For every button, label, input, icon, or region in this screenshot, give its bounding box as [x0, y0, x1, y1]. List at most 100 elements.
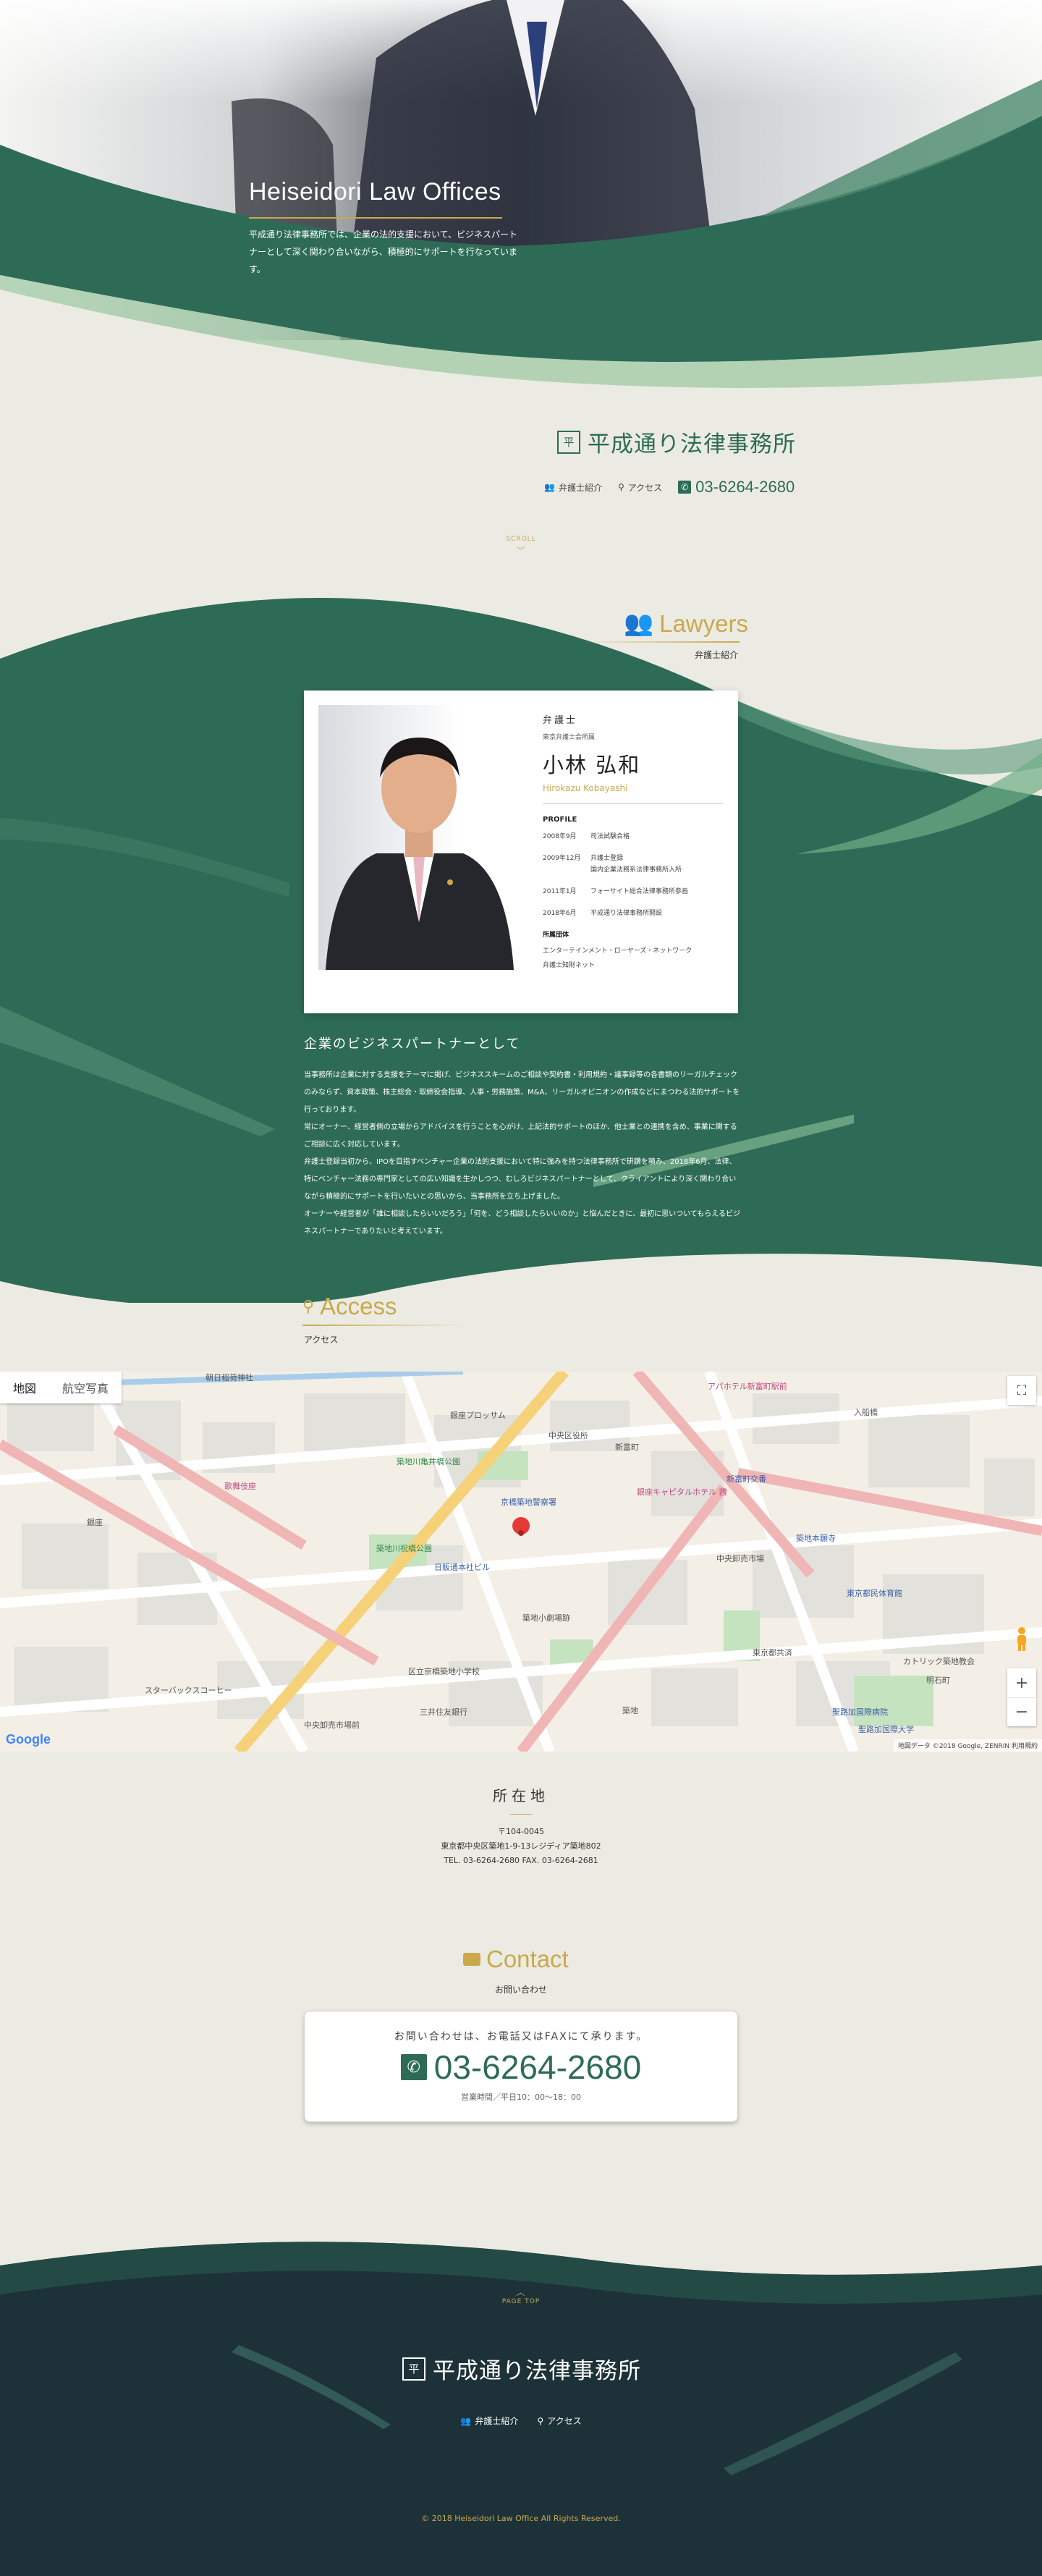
profile-row: 2011年1月 フォーサイト総合法律事務所参画 [543, 886, 724, 898]
address-rule [510, 1814, 532, 1815]
location-pin-icon: ⚲ [617, 482, 624, 492]
map-label: 聖路加国際大学 [858, 1725, 914, 1734]
map-label: 築地川祝橋公園 [376, 1544, 432, 1553]
map-label: 新富町 [615, 1443, 639, 1452]
people-icon: 👥 [624, 609, 654, 636]
scroll-label: SCROLL [506, 536, 536, 543]
hero-text: 平成通り法律事務所では、企業の法的支援において、ビジネスパートナーとして深く関わ… [249, 229, 518, 274]
map-label: 新富町交番 [727, 1474, 766, 1484]
map-label: 中央卸売市場 [716, 1554, 764, 1563]
logo-name: 平成通り法律事務所 [433, 2358, 641, 2384]
lawyer-name-en: Hirokazu Kobayashi [543, 783, 628, 793]
contact-tel[interactable]: ✆ 03-6264-2680 [305, 2048, 737, 2087]
site-logo[interactable]: 平 平成通り法律事務所 [557, 426, 796, 458]
map-label: アパホテル新富町駅前 [708, 1382, 787, 1391]
access-heading: ⚲ Access [302, 1293, 397, 1320]
fullscreen-icon[interactable]: ⛶ [1007, 1376, 1036, 1405]
contact-hours: 営業時間／平日10：00〜18：00 [461, 2093, 581, 2102]
map-label: 築地 [622, 1706, 638, 1715]
chevron-up-icon: ︿ [516, 2287, 526, 2297]
map-label: 銀座プロッサム [450, 1411, 506, 1420]
about-paragraph: 当事務所は企業に対する支援をテーマに掲げ、ビジネススキームのご相談や契約書・利用… [304, 1071, 740, 1114]
nav-access[interactable]: ⚲ アクセス [618, 481, 662, 494]
phone-icon: ✆ [400, 2054, 427, 2080]
profile-text: 司法試験合格 [590, 833, 630, 840]
address-line: 東京都中央区築地1-9-13レジディア築地802 [441, 1841, 601, 1851]
map-label: 区立京橋築地小学校 [408, 1667, 480, 1676]
profile-text: 弁護士登録 国内企業法務系法律事務所入所 [590, 855, 682, 874]
zoom-in-icon[interactable]: + [1007, 1668, 1036, 1697]
map-label: 築地川亀井橋公園 [397, 1457, 460, 1466]
map-label: 入船橋 [854, 1408, 878, 1417]
lawyer-portrait [326, 738, 514, 970]
about-heading: 企業のビジネスパートナーとして [304, 1036, 521, 1052]
lawyer-role: 弁護士 [543, 715, 578, 726]
profile-row: 2008年9月 司法試験合格 [543, 831, 724, 843]
address-heading: 所在地 [493, 1787, 549, 1804]
location-pin-icon: ⚲ [302, 1297, 315, 1315]
footer-nav-access-label: アクセス [547, 2416, 582, 2426]
copyright: © 2018 Heiseidori Law Office All Rights … [421, 2514, 621, 2523]
pegman-icon[interactable] [1015, 1626, 1029, 1651]
nav-tel[interactable]: ✆ 03-6264-2680 [678, 478, 795, 497]
profile-title: PROFILE [543, 816, 577, 824]
zoom-out-icon[interactable]: − [1007, 1697, 1036, 1726]
map-label: 銀座 [87, 1518, 103, 1527]
map-label: 三井住友銀行 [420, 1707, 467, 1717]
nav-lawyers[interactable]: 👥 弁護士紹介 [544, 481, 602, 494]
nav-tel-number: 03-6264-2680 [695, 478, 795, 496]
lawyers-heading-text: Lawyers [659, 609, 748, 637]
affiliation-item: 弁護士知財ネット [543, 962, 596, 969]
chat-bubble-icon [463, 1953, 480, 1966]
google-map[interactable]: 朝日稲荷神社 アパホテル新富町駅前 築地川亀井橋公園 中央区役所 銀座プロッサム… [0, 1372, 1042, 1752]
contact-subheading: お問い合わせ [494, 1985, 547, 1995]
footer-nav-lawyers-label: 弁護士紹介 [475, 2416, 519, 2426]
lawyer-info: 弁護士 東京弁護士会所属 小林 弘和 Hirokazu Kobayashi PR… [543, 712, 724, 974]
lawyer-name-ja: 小林 弘和 [543, 753, 641, 777]
footer-nav-access[interactable]: ⚲ アクセス [537, 2415, 581, 2427]
lawyer-card: 弁護士 東京弁護士会所属 小林 弘和 Hirokazu Kobayashi PR… [304, 691, 738, 1013]
map-label: 築地本願寺 [796, 1534, 836, 1543]
address-tel: TEL. 03-6264-2680 FAX. 03-6264-2681 [444, 1856, 598, 1865]
affiliation-title: 所属団体 [543, 932, 569, 939]
divider [543, 803, 724, 804]
address-zip: 〒104-0045 [498, 1827, 544, 1836]
about-paragraph: オーナーや経営者が「誰に相談したらいいだろう」「何を、どう相談したらいいのか」と… [304, 1210, 740, 1236]
page-top-button[interactable]: ︿ PAGE TOP [0, 2286, 1042, 2305]
about-paragraph: 常にオーナー、経営者側の立場からアドバイスを行うことを心がけ、上記法的サポートの… [304, 1123, 737, 1149]
people-icon: 👥 [460, 2415, 472, 2426]
profile-date: 2018年6月 [543, 910, 577, 917]
hero: Heiseidori Law Offices 平成通り法律事務所では、企業の法的… [0, 0, 1042, 449]
lawyers-heading-rule [579, 641, 740, 643]
lawyer-photo [318, 705, 520, 970]
logo-name: 平成通り法律事務所 [588, 431, 796, 457]
map-label: 京橋築地警察署 [501, 1498, 556, 1507]
map-tab-satellite[interactable]: 航空写真 [49, 1372, 122, 1403]
google-logo-text: Google [6, 1732, 51, 1747]
access-heading-rule [302, 1325, 467, 1326]
map-label: 中央区役所 [548, 1431, 588, 1440]
map-label: 朝日稲荷神社 [206, 1373, 253, 1382]
map-type-tabs: 地図 航空写真 [0, 1372, 122, 1403]
profile-date: 2009年12月 [543, 855, 581, 862]
map-label: 東京都共済 [753, 1648, 792, 1657]
page-top-label: PAGE TOP [501, 2298, 541, 2305]
footer-nav-lawyers[interactable]: 👥 弁護士紹介 [460, 2415, 518, 2427]
contact-heading-text: Contact [486, 1946, 569, 1972]
contact-heading: Contact [463, 1946, 569, 1973]
nav-access-label: アクセス [627, 482, 663, 493]
scroll-indicator[interactable]: SCROLL ﹀ [0, 536, 1042, 557]
map-credit[interactable]: 地図データ ©2018 Google, ZENRIN 利用規約 [893, 1739, 1042, 1752]
people-icon: 👥 [544, 482, 555, 492]
page: Heiseidori Law Offices 平成通り法律事務所では、企業の法的… [0, 0, 1042, 2576]
map-label: 聖路加国際病院 [832, 1707, 888, 1717]
about-section: 企業のビジネスパートナーとして 当事務所は企業に対する支援をテーマに掲げ、ビジネ… [304, 1034, 741, 1241]
top-nav: 👥 弁護士紹介 ⚲ アクセス ✆ 03-6264-2680 [544, 478, 795, 497]
affiliation-item: エンターテインメント・ローヤーズ・ネットワーク [543, 947, 692, 955]
profile-date: 2008年9月 [543, 833, 577, 840]
map-tab-map[interactable]: 地図 [0, 1372, 49, 1403]
footer-logo[interactable]: 平 平成通り法律事務所 [402, 2352, 641, 2385]
contact-box: お問い合わせは、お電話又はFAXにて承ります。 ✆ 03-6264-2680 営… [304, 2011, 738, 2122]
footer-nav: 👥 弁護士紹介 ⚲ アクセス [0, 2415, 1042, 2427]
logo-mark: 平 [557, 430, 580, 454]
